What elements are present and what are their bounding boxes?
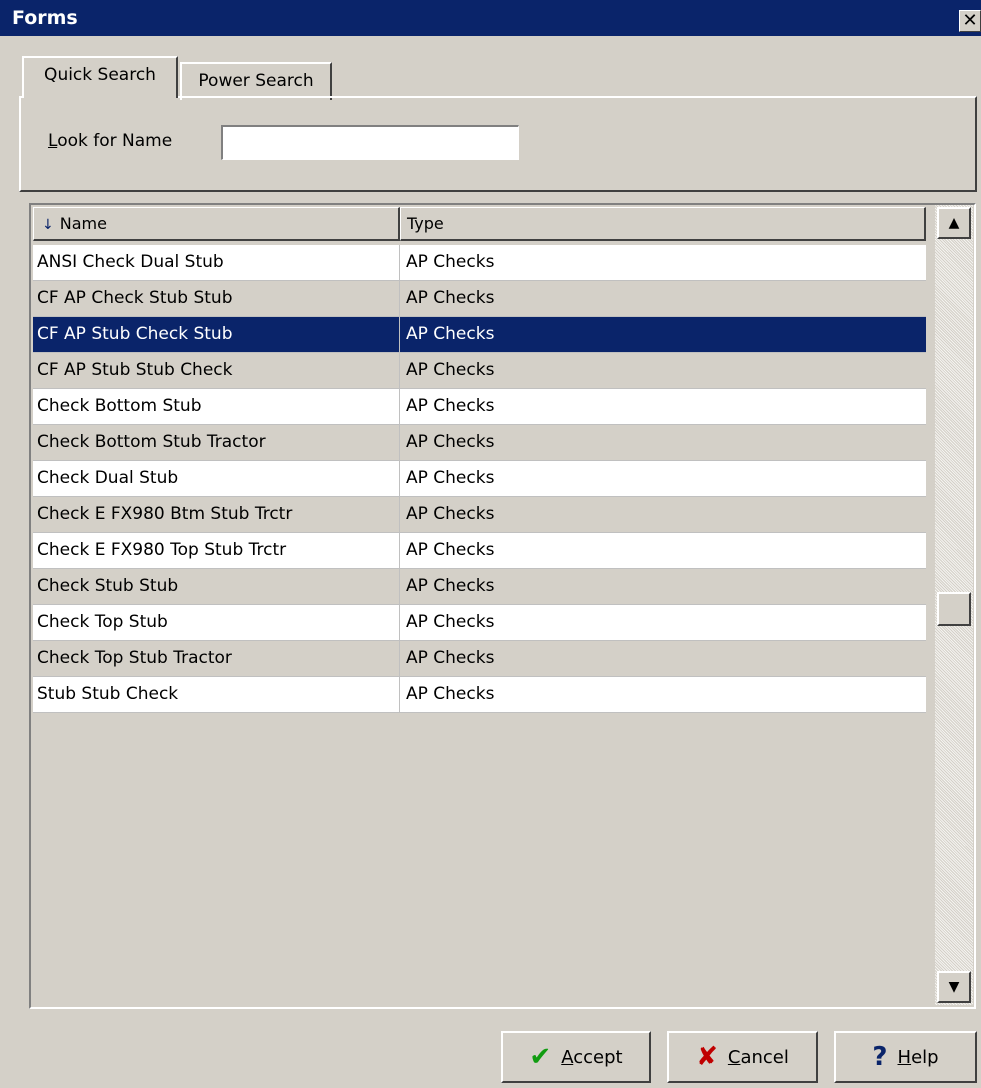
cell-type: AP Checks bbox=[406, 648, 495, 668]
sort-down-icon: ↓ bbox=[42, 217, 54, 233]
table-body: ANSI Check Dual Stub AP Checks CF AP Check… bbox=[33, 245, 926, 713]
cell-name: ANSI Check Dual Stub bbox=[33, 245, 400, 280]
table-row[interactable]: Check Top Stub Tractor AP Checks bbox=[33, 641, 926, 677]
cell-name: Check Bottom Stub bbox=[33, 389, 400, 424]
tab-power-search[interactable]: Power Search bbox=[180, 62, 332, 100]
cell-name: Check Top Stub Tractor bbox=[33, 641, 400, 676]
cell-name: Check Dual Stub bbox=[33, 461, 400, 496]
cell-type: AP Checks bbox=[406, 432, 495, 452]
table-row[interactable]: Check Bottom Stub AP Checks bbox=[33, 389, 926, 425]
accept-button[interactable]: ✔ Accept bbox=[501, 1031, 651, 1083]
cell-type: AP Checks bbox=[406, 468, 495, 488]
table-row[interactable]: Check Bottom Stub Tractor AP Checks bbox=[33, 425, 926, 461]
column-header-name-label: Name bbox=[59, 214, 107, 233]
cell-name: CF AP Stub Stub Check bbox=[33, 353, 400, 388]
tab-quick-search-mnemonic: Q bbox=[44, 65, 58, 85]
accept-label-text: ccept bbox=[573, 1046, 623, 1068]
column-header-name[interactable]: ↓ Name bbox=[33, 207, 400, 241]
tab-power-search-mnemonic: P bbox=[198, 71, 209, 91]
cell-type: AP Checks bbox=[406, 684, 495, 704]
tab-quick-search-label: uick Search bbox=[57, 65, 156, 85]
window-title: Forms bbox=[12, 7, 78, 29]
table-row[interactable]: Check E FX980 Top Stub Trctr AP Checks bbox=[33, 533, 926, 569]
close-icon: ✕ bbox=[962, 10, 978, 31]
cell-type: AP Checks bbox=[406, 504, 495, 524]
table-row[interactable]: ANSI Check Dual Stub AP Checks bbox=[33, 245, 926, 281]
scroll-up-button[interactable]: ▲ bbox=[937, 207, 971, 239]
column-header-type-label: Type bbox=[407, 214, 444, 233]
question-icon: ? bbox=[872, 1042, 888, 1072]
arrow-down-icon: ▼ bbox=[948, 979, 960, 995]
check-icon: ✔ bbox=[529, 1042, 552, 1072]
scroll-thumb[interactable] bbox=[937, 592, 971, 626]
x-icon: ✘ bbox=[696, 1042, 718, 1072]
table-row[interactable]: Stub Stub Check AP Checks bbox=[33, 677, 926, 713]
help-label: Help bbox=[898, 1047, 939, 1068]
table-row[interactable]: CF AP Stub Stub Check AP Checks bbox=[33, 353, 926, 389]
cell-type: AP Checks bbox=[406, 288, 495, 308]
cell-type: AP Checks bbox=[406, 576, 495, 596]
vertical-scrollbar[interactable]: ▲ ▼ bbox=[935, 205, 973, 1005]
look-for-name-label: Look for Name bbox=[48, 131, 172, 151]
arrow-up-icon: ▲ bbox=[948, 215, 960, 231]
cell-type: AP Checks bbox=[406, 612, 495, 632]
help-button[interactable]: ? Help bbox=[834, 1031, 977, 1083]
cancel-label-text: ancel bbox=[740, 1046, 789, 1068]
look-for-name-mnemonic: L bbox=[48, 131, 58, 151]
look-for-name-input[interactable] bbox=[221, 125, 519, 160]
cell-type: AP Checks bbox=[406, 396, 495, 416]
cell-name: Check Top Stub bbox=[33, 605, 400, 640]
tab-quick-search[interactable]: Quick Search bbox=[22, 56, 178, 98]
accept-mnemonic: A bbox=[561, 1046, 574, 1068]
cell-name: Check E FX980 Btm Stub Trctr bbox=[33, 497, 400, 532]
table-row[interactable]: Check Dual Stub AP Checks bbox=[33, 461, 926, 497]
cell-name: CF AP Check Stub Stub bbox=[33, 281, 400, 316]
table-row[interactable]: CF AP Check Stub Stub AP Checks bbox=[33, 281, 926, 317]
cell-type: AP Checks bbox=[406, 360, 495, 380]
table-header: ↓ Name Type bbox=[33, 207, 926, 241]
table-row[interactable]: Check Stub Stub AP Checks bbox=[33, 569, 926, 605]
cancel-mnemonic: C bbox=[727, 1046, 741, 1068]
tab-power-search-label: ower Search bbox=[208, 71, 314, 91]
close-button[interactable]: ✕ bbox=[959, 10, 981, 32]
cell-name: Check Bottom Stub Tractor bbox=[33, 425, 400, 460]
help-label-text: elp bbox=[911, 1046, 939, 1068]
table-row[interactable]: CF AP Stub Check Stub AP Checks bbox=[33, 317, 926, 353]
cell-name: Check E FX980 Top Stub Trctr bbox=[33, 533, 400, 568]
scroll-down-button[interactable]: ▼ bbox=[937, 971, 971, 1003]
table-row[interactable]: Check Top Stub AP Checks bbox=[33, 605, 926, 641]
cell-name: Check Stub Stub bbox=[33, 569, 400, 604]
cell-name: CF AP Stub Check Stub bbox=[33, 317, 400, 352]
title-bar: Forms bbox=[0, 0, 981, 36]
cancel-label: Cancel bbox=[728, 1047, 789, 1068]
cell-type: AP Checks bbox=[406, 252, 495, 272]
cell-type: AP Checks bbox=[406, 324, 495, 344]
look-for-name-text: ook for Name bbox=[57, 131, 173, 151]
cancel-button[interactable]: ✘ Cancel bbox=[667, 1031, 818, 1083]
cell-type: AP Checks bbox=[406, 540, 495, 560]
cell-name: Stub Stub Check bbox=[33, 677, 400, 712]
help-mnemonic: H bbox=[897, 1046, 912, 1068]
accept-label: Accept bbox=[561, 1047, 622, 1068]
table-row[interactable]: Check E FX980 Btm Stub Trctr AP Checks bbox=[33, 497, 926, 533]
column-header-type[interactable]: Type bbox=[400, 207, 926, 241]
